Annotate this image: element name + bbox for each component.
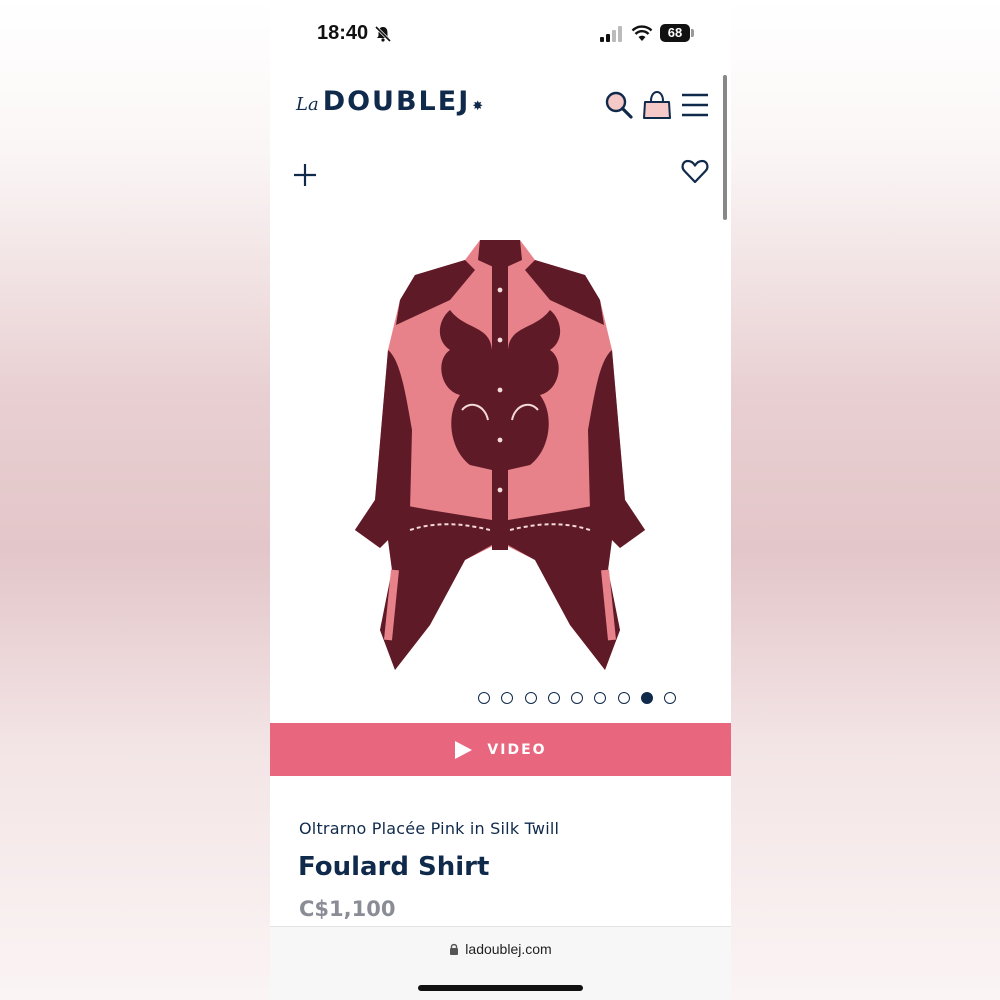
carousel-dot-7[interactable] [617, 692, 630, 704]
carousel-dot-3[interactable] [524, 692, 537, 704]
brand-logo[interactable]: La DOUBLEJ ✸ [296, 86, 483, 117]
battery-indicator: 68 [660, 24, 690, 42]
logo-prefix: La [296, 94, 319, 115]
logo-wordmark: DOUBLEJ [322, 86, 471, 117]
phone-screen: 18:40 68 La DOUBLEJ ✸ VIDEO Oltrarno Pla… [270, 0, 731, 1000]
carousel-dot-6[interactable] [594, 692, 607, 704]
product-subtitle: Oltrarno Placée Pink in Silk Twill [299, 819, 560, 838]
url-text: ladoublej.com [465, 941, 552, 957]
home-indicator[interactable] [418, 985, 583, 991]
video-button[interactable]: VIDEO [270, 723, 731, 776]
carousel-dot-5[interactable] [571, 692, 584, 704]
product-price: C$1,100 [299, 897, 396, 921]
shopping-bag-icon[interactable] [642, 89, 672, 121]
carousel-dots [478, 692, 677, 704]
plus-icon[interactable] [292, 162, 318, 188]
menu-icon[interactable] [680, 92, 710, 118]
browser-address-bar: ladoublej.com [270, 926, 731, 1000]
bell-muted-icon [374, 25, 392, 43]
carousel-dot-1[interactable] [478, 692, 490, 704]
carousel-dot-8[interactable] [641, 692, 654, 704]
url-field[interactable]: ladoublej.com [270, 941, 731, 957]
heart-icon[interactable] [681, 158, 709, 184]
battery-tip [691, 29, 694, 37]
scrollbar[interactable] [723, 75, 727, 220]
play-icon [455, 740, 473, 759]
carousel-dot-2[interactable] [501, 692, 514, 704]
lock-icon [450, 943, 459, 955]
logo-star: ✸ [472, 99, 484, 114]
wifi-icon [631, 25, 653, 41]
signal-icon [600, 26, 622, 42]
video-label: VIDEO [487, 741, 547, 758]
status-time: 18:40 [317, 22, 369, 44]
carousel-dot-4[interactable] [547, 692, 560, 704]
product-image[interactable] [350, 230, 650, 675]
search-icon[interactable] [603, 89, 635, 121]
carousel-dot-9[interactable] [664, 692, 677, 704]
product-title: Foulard Shirt [298, 852, 490, 882]
